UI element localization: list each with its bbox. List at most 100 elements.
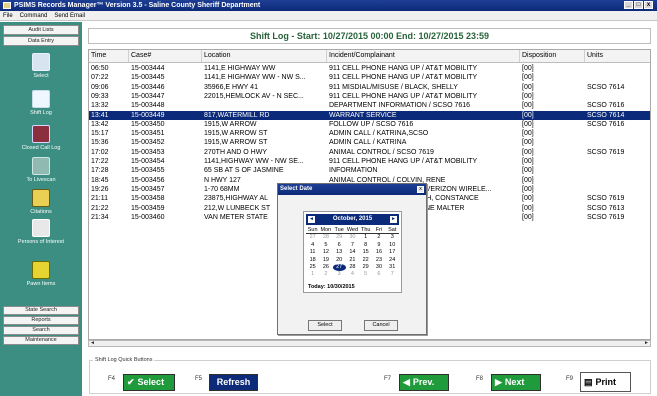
- calendar-day[interactable]: 19: [319, 257, 332, 264]
- sidebar-reports[interactable]: Reports: [3, 316, 79, 325]
- calendar-day[interactable]: 28: [319, 234, 332, 241]
- calendar-day-selected[interactable]: 27: [332, 263, 346, 272]
- table-row[interactable]: 13:42 15-003450 1915,W ARROW FOLLOW UP / SC…: [89, 120, 650, 129]
- calendar-day[interactable]: 25: [306, 264, 319, 271]
- calendar-day[interactable]: 3: [386, 234, 399, 241]
- table-row[interactable]: 17:02 15-003453 270TH AND O HWY ANIMAL CONT…: [89, 148, 650, 157]
- table-row[interactable]: 09:06 15-003446 35966,E HWY 41 911 MISDIAL/…: [89, 83, 650, 92]
- tab-data-entry[interactable]: Data Entry: [3, 36, 79, 46]
- calendar-day[interactable]: 28: [346, 264, 359, 271]
- calendar-day[interactable]: 30: [346, 234, 359, 241]
- calendar-day[interactable]: 5: [359, 271, 372, 278]
- calendar-day[interactable]: 8: [359, 242, 372, 249]
- today-label[interactable]: Today: 10/30/2015: [308, 284, 355, 290]
- calendar-day[interactable]: 23: [372, 257, 385, 264]
- scroll-right-icon[interactable]: ►: [643, 340, 650, 347]
- table-row[interactable]: 13:32 15-003448 DEPARTMENT INFORMATION / S…: [89, 101, 650, 110]
- calendar-day[interactable]: 18: [306, 257, 319, 264]
- table-row[interactable]: 06:50 15-003444 1141,E HIGHWAY WW 911 CELL …: [89, 64, 650, 73]
- table-cell-case: 15-003458: [131, 195, 165, 203]
- sidebar-item-select[interactable]: Select: [3, 53, 79, 95]
- prev-button[interactable]: ◀ Prev.: [399, 374, 449, 391]
- calendar-day[interactable]: 2: [372, 234, 385, 241]
- sidebar-maintenance[interactable]: Maintenance: [3, 336, 79, 345]
- sidebar-state-search[interactable]: State Search: [3, 306, 79, 315]
- tab-audit-lists[interactable]: Audit Lists: [3, 25, 79, 35]
- calendar-day[interactable]: 30: [372, 264, 385, 271]
- print-button[interactable]: ▤ Print: [580, 372, 631, 392]
- table-row[interactable]: 09:33 15-003447 22015,HEMLOCK AV - N SEC..…: [89, 92, 650, 101]
- calendar-day[interactable]: 21: [346, 257, 359, 264]
- table-cell-inc: 911 MISDIAL/MISUSE / BLACK, SHELLY: [329, 83, 458, 91]
- column-location[interactable]: Location: [202, 50, 327, 62]
- calendar-day[interactable]: 22: [359, 257, 372, 264]
- table-row[interactable]: 17:22 15-003454 1141,HIGHWAY WW - NW SE...…: [89, 157, 650, 166]
- minimize-icon[interactable]: _: [624, 1, 633, 9]
- scroll-left-icon[interactable]: ◄: [89, 340, 96, 347]
- table-row[interactable]: 07:22 15-003445 1141,E HIGHWAY WW - NW S..…: [89, 73, 650, 82]
- table-row[interactable]: 15:17 15-003451 1915,W ARROW ST ADMIN CALL …: [89, 129, 650, 138]
- sidebar-search[interactable]: Search: [3, 326, 79, 335]
- calendar-day[interactable]: 14: [346, 249, 359, 256]
- calendar-day[interactable]: 13: [333, 249, 346, 256]
- calendar-day[interactable]: 2: [319, 271, 332, 278]
- select-date-dialog: Select Date x ◄ October, 2015 ► Sun Mon Tu…: [277, 183, 427, 335]
- column-incident[interactable]: Incident/Complainant: [327, 50, 520, 62]
- calendar-day[interactable]: 31: [386, 264, 399, 271]
- table-row[interactable]: 17:28 15-003455 65 SB AT S OF JASMINE INFOR…: [89, 166, 650, 175]
- calendar-day[interactable]: 9: [372, 242, 385, 249]
- calendar-day[interactable]: 5: [319, 242, 332, 249]
- calendar-day[interactable]: 1: [359, 234, 372, 241]
- calendar-day[interactable]: 29: [359, 264, 372, 271]
- table-cell-case: 15-003454: [131, 158, 165, 165]
- close-icon[interactable]: x: [417, 186, 424, 193]
- calendar-day[interactable]: 6: [333, 242, 346, 249]
- sidebar-item-pawn-items[interactable]: Pawn Items: [3, 261, 79, 303]
- refresh-button[interactable]: Refresh: [209, 374, 258, 391]
- calendar-day[interactable]: 7: [346, 242, 359, 249]
- menu-file[interactable]: File: [3, 11, 13, 20]
- column-case[interactable]: Case#: [129, 50, 202, 62]
- table-cell-dis: [00]: [522, 213, 534, 221]
- calendar-day[interactable]: 26: [319, 264, 332, 271]
- calendar-day[interactable]: 16: [372, 249, 385, 256]
- calendar-day[interactable]: 1: [306, 271, 319, 278]
- calendar-day[interactable]: 10: [386, 242, 399, 249]
- next-button[interactable]: ▶ Next: [491, 374, 541, 391]
- calendar-day[interactable]: 20: [333, 257, 346, 264]
- column-units[interactable]: Units: [585, 50, 650, 62]
- menu-send-email[interactable]: Send Email: [54, 11, 85, 20]
- close-icon[interactable]: x: [644, 1, 653, 9]
- table-cell-time: 13:32: [91, 102, 109, 110]
- calendar-day[interactable]: 3: [333, 271, 346, 278]
- table-row[interactable]: 13:41 15-003449 817,WATERMILL RD WARRANT SE…: [89, 110, 650, 120]
- horizontal-scrollbar[interactable]: ◄ ►: [88, 340, 651, 347]
- prev-month-icon[interactable]: ◄: [308, 216, 315, 223]
- calendar-day[interactable]: 4: [346, 271, 359, 278]
- calendar-day[interactable]: 4: [306, 242, 319, 249]
- next-month-icon[interactable]: ►: [390, 216, 397, 223]
- calendar-day[interactable]: 7: [386, 271, 399, 278]
- calendar-day[interactable]: 12: [319, 249, 332, 256]
- calendar-day[interactable]: 17: [386, 249, 399, 256]
- calendar-day[interactable]: 6: [372, 271, 385, 278]
- menu-bar: File Command Send Email: [0, 11, 657, 21]
- dialog-cancel-button[interactable]: Cancel: [364, 320, 398, 331]
- maximize-icon[interactable]: □: [634, 1, 643, 9]
- sidebar-item-persons-of-interest[interactable]: Persons of Interest: [3, 219, 79, 261]
- table-cell-loc: 270TH AND O HWY: [204, 148, 268, 156]
- calendar-day[interactable]: 24: [386, 257, 399, 264]
- calendar-day[interactable]: 15: [359, 249, 372, 256]
- table-row[interactable]: 15:36 15-003452 1915,W ARROW ST ADMIN CALL …: [89, 138, 650, 147]
- weekday-label: Sun: [307, 227, 318, 233]
- arrow-right-icon: ▶: [495, 377, 502, 387]
- column-time[interactable]: Time: [89, 50, 129, 62]
- calendar-day[interactable]: 11: [306, 249, 319, 256]
- calendar-day[interactable]: 27: [306, 234, 319, 241]
- menu-command[interactable]: Command: [20, 11, 48, 20]
- fkey-label: F8: [476, 376, 484, 382]
- column-disposition[interactable]: Disposition: [520, 50, 585, 62]
- select-button[interactable]: ✔ Select: [123, 374, 175, 391]
- dialog-select-button[interactable]: Select: [308, 320, 342, 331]
- calendar-day[interactable]: 29: [333, 234, 346, 241]
